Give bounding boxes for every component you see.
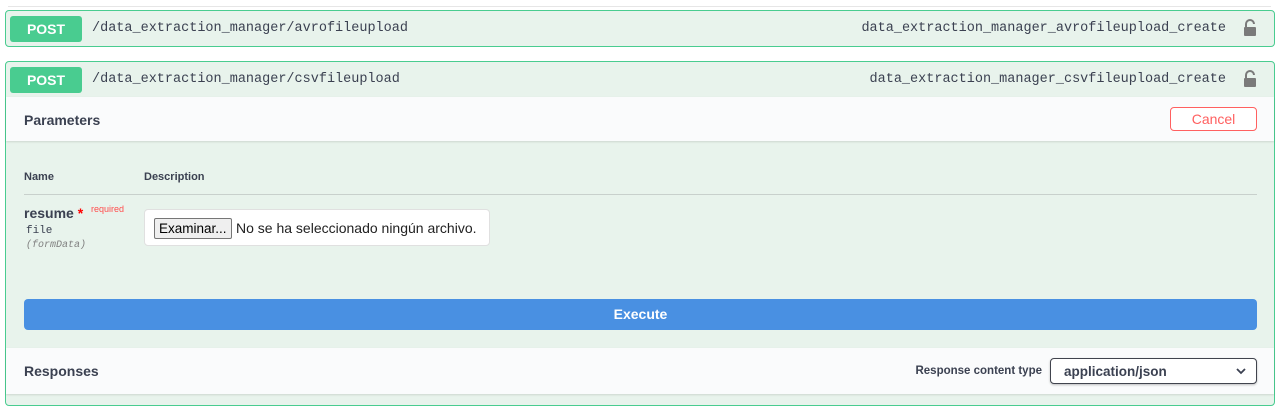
divider	[24, 194, 1257, 195]
operation-avrofileupload: POST /data_extraction_manager/avrofileup…	[5, 10, 1275, 47]
parameter-in: (formData)	[26, 240, 87, 251]
operation-csvfileupload: POST /data_extraction_manager/csvfileupl…	[5, 61, 1275, 406]
responses-title: Responses	[24, 363, 99, 379]
operation-id: data_extraction_manager_avrofileupload_c…	[861, 21, 1226, 36]
file-status: No se ha seleccionado ningún archivo.	[236, 220, 477, 236]
responses-header: Responses Response content type applicat…	[6, 348, 1274, 394]
file-input: Examinar... No se ha seleccionado ningún…	[144, 209, 490, 246]
lock-icon[interactable]	[1243, 19, 1257, 37]
chevron-down-icon	[1236, 368, 1246, 375]
operation-path: /data_extraction_manager/avrofileupload	[92, 21, 408, 36]
method-badge: POST	[10, 67, 82, 93]
parameter-name: resume *	[24, 205, 83, 221]
column-header-description: Description	[144, 171, 205, 183]
divider	[8, 6, 1271, 7]
column-header-name: Name	[24, 171, 54, 183]
response-content-type-label: Response content type	[915, 365, 1042, 377]
required-star: *	[77, 205, 84, 221]
operation-summary[interactable]: POST /data_extraction_manager/csvfileupl…	[6, 62, 1274, 97]
operation-id: data_extraction_manager_csvfileupload_cr…	[869, 72, 1226, 87]
parameters-title: Parameters	[24, 112, 101, 128]
operation-summary[interactable]: POST /data_extraction_manager/avrofileup…	[6, 11, 1274, 46]
parameter-type: file	[26, 225, 53, 237]
lock-icon[interactable]	[1243, 70, 1257, 88]
browse-file-button[interactable]: Examinar...	[154, 218, 232, 239]
execute-button[interactable]: Execute	[24, 299, 1257, 330]
selected-content-type: application/json	[1064, 364, 1167, 379]
cancel-button[interactable]: Cancel	[1170, 107, 1257, 131]
parameters-header: Parameters Cancel	[6, 97, 1274, 141]
response-content-type-select[interactable]: application/json	[1050, 358, 1257, 384]
required-label: required	[91, 204, 125, 214]
parameter-name-text: resume	[24, 205, 74, 221]
operation-path: /data_extraction_manager/csvfileupload	[92, 72, 400, 87]
method-badge: POST	[10, 16, 82, 42]
